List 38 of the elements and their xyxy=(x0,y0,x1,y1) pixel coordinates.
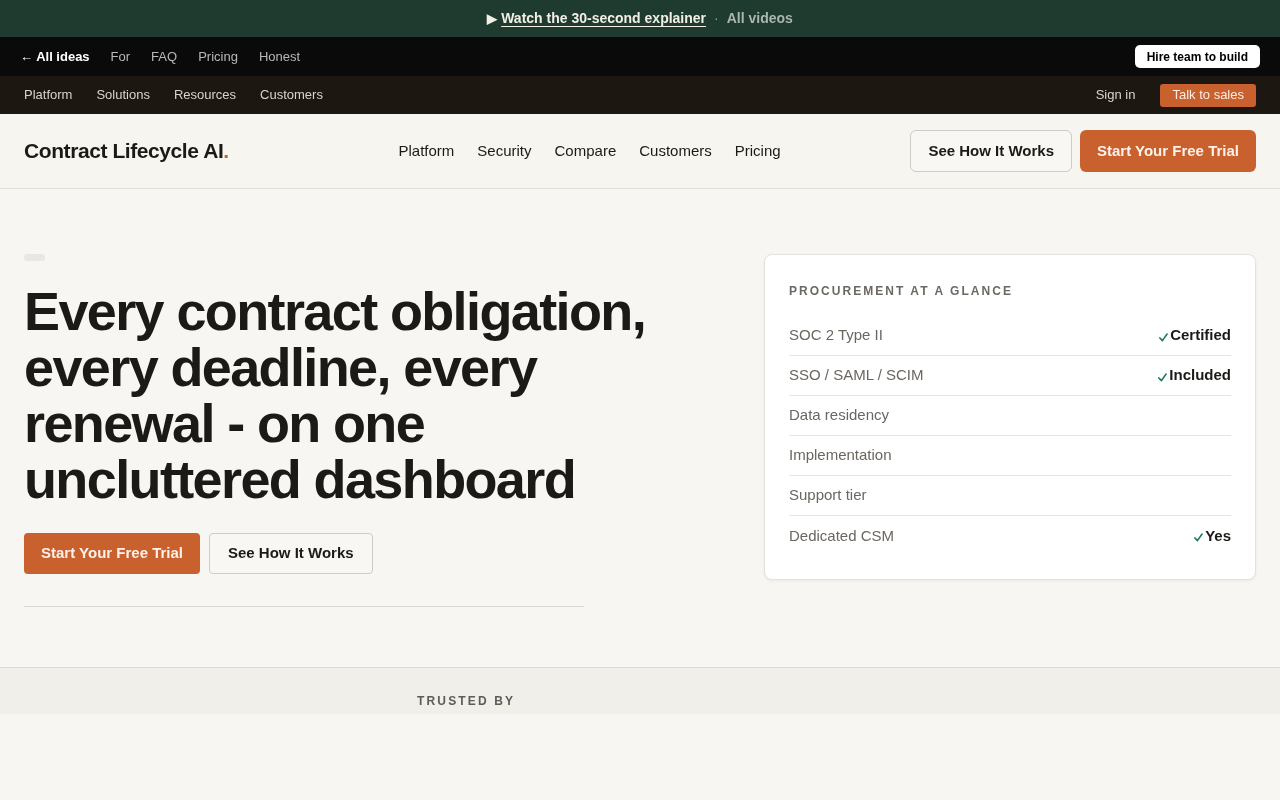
row-value: Included xyxy=(1169,365,1231,386)
utility-link[interactable]: Resources xyxy=(173,85,237,105)
free-trial-button[interactable]: Start Your Free Trial xyxy=(1080,130,1256,172)
nav-link[interactable]: Compare xyxy=(554,139,617,163)
back-link[interactable]: ← All ideas xyxy=(20,46,90,67)
separator: · xyxy=(714,9,719,28)
explainer-link[interactable]: Watch the 30-second explainer xyxy=(501,8,707,29)
top-link[interactable]: Honest xyxy=(258,46,301,67)
see-how-button[interactable]: See How It Works xyxy=(910,130,1072,172)
logo[interactable]: Contract Lifecycle AI. xyxy=(24,135,229,167)
free-trial-button[interactable]: Start Your Free Trial xyxy=(24,533,200,574)
utility-link[interactable]: Platform xyxy=(24,85,73,105)
top-link[interactable]: FAQ xyxy=(151,46,178,67)
row-value: Yes xyxy=(1205,525,1231,546)
row-label: Dedicated CSM xyxy=(789,525,895,546)
nav-link[interactable]: Platform xyxy=(398,139,455,163)
nav-link[interactable]: Security xyxy=(477,139,532,163)
row-label: Implementation xyxy=(789,445,892,466)
sign-in-link[interactable]: Sign in xyxy=(1095,85,1136,105)
top-link[interactable]: For xyxy=(110,46,131,67)
hire-team-button[interactable]: Hire team to build xyxy=(1134,45,1260,68)
row-label: SSO / SAML / SCIM xyxy=(789,365,924,386)
all-videos-link[interactable]: All videos xyxy=(726,8,793,29)
play-symbol: ▶ xyxy=(487,9,498,28)
utility-link[interactable]: Customers xyxy=(260,85,323,105)
row-label: Support tier xyxy=(789,485,867,506)
utility-link[interactable]: Solutions xyxy=(96,85,150,105)
row-value: Certified xyxy=(1170,325,1231,346)
nav-link[interactable]: Customers xyxy=(639,139,712,163)
row-label: SOC 2 Type II xyxy=(789,325,883,346)
see-how-button[interactable]: See How It Works xyxy=(209,533,373,574)
hero-headline: Every contract obligation, every deadline, every renewal - on one uncluttered dashboard xyxy=(24,283,646,507)
nav-link[interactable]: Pricing xyxy=(734,139,781,163)
card-title: PROCUREMENT AT A GLANCE xyxy=(789,283,1015,300)
trusted-label: TRUSTED BY xyxy=(417,693,516,709)
talk-to-sales-button[interactable]: Talk to sales xyxy=(1160,83,1256,107)
row-label: Data residency xyxy=(789,405,890,426)
top-link[interactable]: Pricing xyxy=(198,46,238,67)
